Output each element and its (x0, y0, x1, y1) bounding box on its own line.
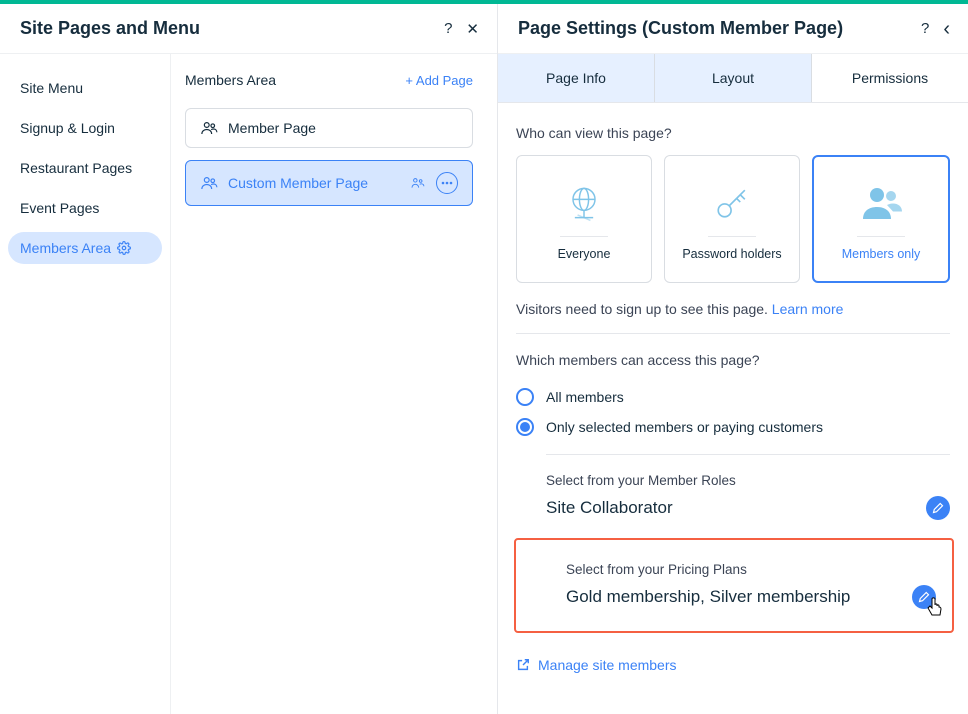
sidebar-item-label: Restaurant Pages (20, 160, 132, 176)
member-roles-label: Select from your Member Roles (546, 473, 950, 488)
sidebar-item-site-menu[interactable]: Site Menu (8, 72, 162, 104)
card-everyone[interactable]: Everyone (516, 155, 652, 283)
page-item-label: Member Page (228, 120, 316, 136)
radio-label: All members (546, 389, 624, 405)
key-icon (673, 178, 791, 228)
tab-permissions[interactable]: Permissions (812, 54, 968, 102)
card-password-holders[interactable]: Password holders (664, 155, 800, 283)
pricing-plans-highlight: Select from your Pricing Plans Gold memb… (514, 538, 954, 633)
page-item-label: Custom Member Page (228, 175, 368, 191)
card-members-only[interactable]: Members only (812, 155, 950, 283)
more-options-icon[interactable] (436, 172, 458, 194)
left-panel-title: Site Pages and Menu (20, 18, 200, 39)
members-icon (822, 178, 940, 228)
radio-selected-members[interactable]: Only selected members or paying customer… (516, 412, 950, 442)
pricing-plans-label: Select from your Pricing Plans (566, 562, 936, 577)
help-icon[interactable]: ? (921, 20, 929, 37)
tabs: Page Info Layout Permissions (498, 54, 968, 103)
pages-column: Members Area + Add Page Member Page Cust… (170, 54, 497, 714)
sidebar-item-signup-login[interactable]: Signup & Login (8, 112, 162, 144)
tab-page-info[interactable]: Page Info (498, 54, 655, 102)
pricing-plans-value: Gold membership, Silver membership (566, 587, 850, 607)
edit-roles-button[interactable] (926, 496, 950, 520)
right-panel-header: Page Settings (Custom Member Page) ? ‹ (498, 4, 968, 54)
sidebar-item-restaurant-pages[interactable]: Restaurant Pages (8, 152, 162, 184)
sidebar-item-label: Site Menu (20, 80, 83, 96)
who-can-view-label: Who can view this page? (516, 125, 950, 141)
card-label: Everyone (558, 247, 611, 261)
members-icon (200, 176, 218, 190)
edit-plans-button[interactable] (912, 585, 936, 609)
back-icon[interactable]: ‹ (943, 23, 950, 35)
tab-layout[interactable]: Layout (655, 54, 812, 102)
which-members-label: Which members can access this page? (516, 352, 950, 368)
site-pages-panel: Site Pages and Menu ? ✕ Site Menu Signup… (0, 4, 498, 714)
radio-label: Only selected members or paying customer… (546, 419, 823, 435)
external-link-icon (516, 658, 530, 672)
card-label: Password holders (682, 247, 781, 261)
signup-info-text: Visitors need to sign up to see this pag… (516, 301, 950, 317)
left-panel-header: Site Pages and Menu ? ✕ (0, 4, 497, 54)
help-icon[interactable]: ? (444, 20, 452, 37)
sidebar: Site Menu Signup & Login Restaurant Page… (0, 54, 170, 714)
add-page-button[interactable]: + Add Page (405, 73, 473, 88)
member-roles-value: Site Collaborator (546, 498, 673, 518)
sidebar-item-label: Signup & Login (20, 120, 115, 136)
sidebar-item-members-area[interactable]: Members Area (8, 232, 162, 264)
page-item-member-page[interactable]: Member Page (185, 108, 473, 148)
radio-all-members[interactable]: All members (516, 382, 950, 412)
right-panel-title: Page Settings (Custom Member Page) (518, 18, 843, 39)
page-item-custom-member-page[interactable]: Custom Member Page (185, 160, 473, 206)
members-icon (200, 121, 218, 135)
sidebar-item-event-pages[interactable]: Event Pages (8, 192, 162, 224)
page-settings-panel: Page Settings (Custom Member Page) ? ‹ P… (498, 4, 968, 714)
card-label: Members only (842, 247, 921, 261)
globe-icon (525, 178, 643, 228)
radio-icon (516, 418, 534, 436)
visibility-icon[interactable] (410, 176, 426, 190)
radio-icon (516, 388, 534, 406)
gear-icon (117, 241, 131, 255)
sidebar-item-label: Event Pages (20, 200, 99, 216)
pages-heading: Members Area (185, 72, 276, 88)
sidebar-item-label: Members Area (20, 240, 111, 256)
close-icon[interactable]: ✕ (466, 20, 479, 38)
manage-members-link[interactable]: Manage site members (538, 657, 677, 673)
info-text: Visitors need to sign up to see this pag… (516, 301, 772, 317)
learn-more-link[interactable]: Learn more (772, 301, 844, 317)
